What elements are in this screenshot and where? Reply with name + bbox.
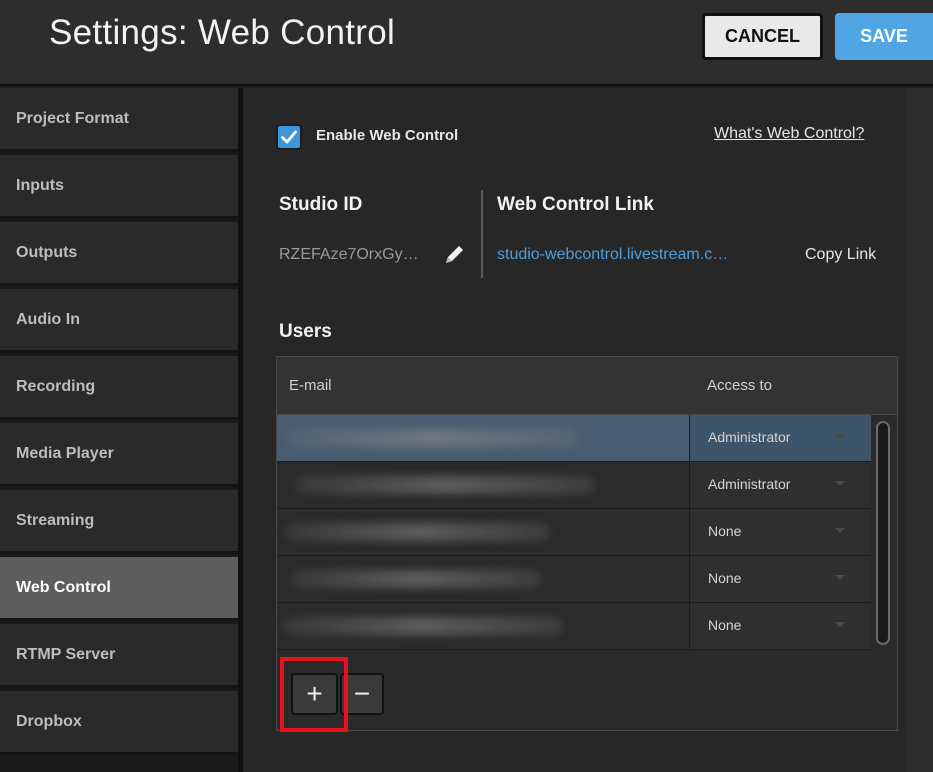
sidebar-item-recording[interactable]: Recording — [0, 356, 238, 420]
users-table-header: E-mail Access to — [277, 357, 897, 415]
checkmark-icon — [281, 130, 297, 144]
save-button[interactable]: SAVE — [835, 13, 933, 60]
header-bar: Settings: Web Control CANCEL SAVE — [0, 0, 933, 86]
page-title: Settings: Web Control — [49, 13, 396, 52]
access-value: Administrator — [708, 429, 791, 445]
chevron-down-icon — [835, 575, 845, 580]
sidebar-item-outputs[interactable]: Outputs — [0, 222, 238, 286]
copy-link-button[interactable]: Copy Link — [805, 246, 876, 264]
table-row[interactable]: None — [277, 556, 871, 603]
chevron-down-icon — [835, 528, 845, 533]
access-value: None — [708, 570, 742, 586]
chevron-down-icon — [835, 622, 845, 627]
settings-sidebar: Project Format Inputs Outputs Audio In R… — [0, 88, 241, 772]
email-cell-blurred — [277, 415, 689, 461]
access-dropdown[interactable]: Administrator — [689, 462, 871, 508]
table-scrollbar[interactable] — [871, 415, 897, 651]
enable-web-control-label: Enable Web Control — [316, 127, 459, 144]
table-row[interactable]: Administrator — [277, 462, 871, 509]
sidebar-item-rtmp-server[interactable]: RTMP Server — [0, 624, 238, 688]
sidebar-item-media-player[interactable]: Media Player — [0, 423, 238, 487]
sidebar-item-inputs[interactable]: Inputs — [0, 155, 238, 219]
web-control-link-heading: Web Control Link — [497, 194, 654, 215]
table-row[interactable]: None — [277, 509, 871, 556]
access-dropdown[interactable]: None — [689, 509, 871, 555]
content-scrollbar[interactable] — [905, 88, 933, 772]
sidebar-item-dropbox[interactable]: Dropbox — [0, 691, 238, 755]
sidebar-item-project-format[interactable]: Project Format — [0, 88, 238, 152]
email-cell-blurred — [277, 462, 689, 508]
edit-pencil-icon[interactable] — [441, 242, 467, 268]
access-value: Administrator — [708, 476, 791, 492]
sidebar-item-audio-in[interactable]: Audio In — [0, 289, 238, 353]
sidebar-item-web-control[interactable]: Web Control — [0, 557, 238, 621]
red-highlight-box — [280, 657, 348, 732]
email-cell-blurred — [277, 603, 689, 649]
cancel-button[interactable]: CANCEL — [702, 13, 823, 60]
studio-id-heading: Studio ID — [279, 194, 363, 215]
web-control-link-url[interactable]: studio-webcontrol.livestream.c… — [497, 246, 728, 264]
access-dropdown[interactable]: Administrator — [689, 415, 871, 461]
access-dropdown[interactable]: None — [689, 556, 871, 602]
column-header-access[interactable]: Access to — [707, 377, 772, 394]
chevron-down-icon — [835, 481, 845, 486]
email-cell-blurred — [277, 509, 689, 555]
table-row[interactable]: None — [277, 603, 871, 650]
vertical-divider — [481, 190, 483, 278]
enable-web-control-checkbox[interactable] — [276, 124, 302, 150]
sidebar-item-streaming[interactable]: Streaming — [0, 490, 238, 554]
studio-id-value: RZEFAze7OrxGy… — [279, 246, 419, 263]
chevron-down-icon — [835, 434, 845, 439]
access-value: None — [708, 617, 742, 633]
access-dropdown[interactable]: None — [689, 603, 871, 649]
access-value: None — [708, 523, 742, 539]
whats-web-control-link[interactable]: What's Web Control? — [714, 125, 864, 143]
column-header-email[interactable]: E-mail — [289, 377, 332, 394]
users-heading: Users — [279, 321, 332, 342]
email-cell-blurred — [277, 556, 689, 602]
table-row[interactable]: Administrator — [277, 415, 871, 462]
scrollbar-thumb[interactable] — [876, 421, 890, 645]
